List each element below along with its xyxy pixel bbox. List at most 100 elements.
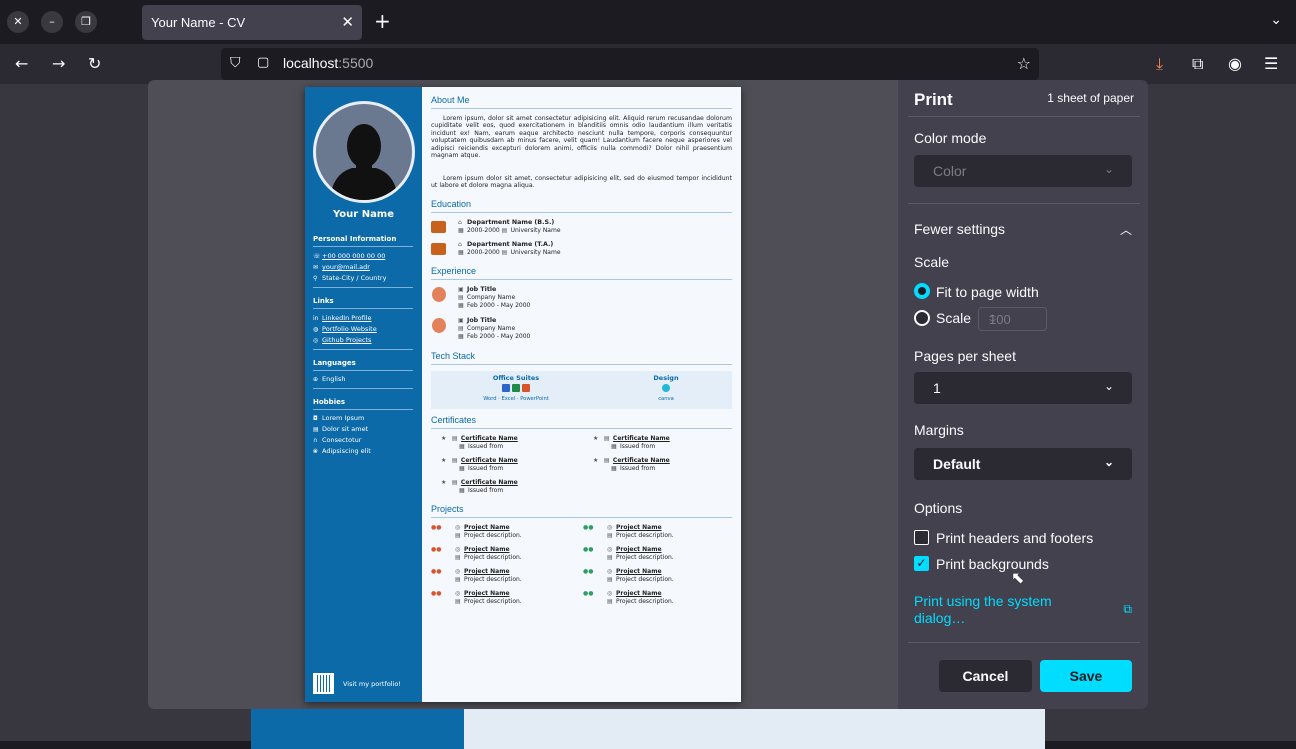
education-entry: ⌂ Department Name (B.S.) ▦ 2000-2000 ▤ Univ…	[458, 219, 561, 235]
list-tabs-icon[interactable]: ⌄	[1270, 12, 1282, 28]
description-icon: ▤	[455, 554, 461, 561]
page-info-icon[interactable]: ▢	[257, 55, 269, 70]
restore-window-icon[interactable]: ❐	[75, 11, 97, 33]
hobbies-heading: Hobbies	[313, 398, 346, 406]
graduation-cap-icon: ⌂	[458, 241, 462, 248]
phone-item[interactable]: ☏+00 000 000 00 00	[313, 252, 385, 260]
account-icon[interactable]: ◉	[1228, 54, 1242, 74]
project-name[interactable]: Project Name	[616, 568, 662, 575]
link-text[interactable]: Github Projects	[322, 336, 371, 344]
browser-tab[interactable]: Your Name - CV ✕	[142, 5, 362, 40]
project-name[interactable]: Project Name	[464, 568, 510, 575]
hobby-item: ◘ Lorem Ipsum	[313, 414, 364, 422]
link-text[interactable]: LinkedIn Profile	[322, 314, 372, 322]
chevron-up-icon[interactable]: ︿	[1120, 221, 1132, 238]
downloads-icon[interactable]: ⤓	[1156, 54, 1163, 74]
certificate-entry: ★ ▤ Certificate Name ▦ Issued from	[593, 457, 670, 473]
divider	[313, 349, 413, 350]
certificate-name[interactable]: Certificate Name	[461, 479, 518, 486]
reload-icon[interactable]: ↻	[88, 54, 101, 74]
project-name[interactable]: Project Name	[616, 546, 662, 553]
project-entry: ●● ◎ Project Name ▤ Project description.	[431, 590, 522, 606]
email-item[interactable]: ✉ your@mail.adr	[313, 263, 370, 271]
minimize-window-icon[interactable]: –	[41, 11, 63, 33]
certificate-name[interactable]: Certificate Name	[613, 435, 670, 442]
certificate-icon: ▤	[451, 479, 458, 486]
url-bar[interactable]: ⛉ ▢ localhost:5500 ☆	[221, 48, 1039, 80]
divider	[313, 308, 413, 309]
project-name[interactable]: Project Name	[464, 590, 510, 597]
project-icon: ●●	[431, 546, 442, 553]
margins-select[interactable]: Default ⌄	[914, 448, 1132, 480]
tab-close-icon[interactable]: ✕	[341, 13, 354, 31]
scale-input[interactable]: 100 ︿ ﹀	[978, 307, 1047, 331]
certificate-name[interactable]: Certificate Name	[461, 457, 518, 464]
description-icon: ▤	[607, 576, 613, 583]
link-text[interactable]: Portfolio Website	[322, 325, 377, 333]
techstack-items: Word · Excel · PowerPoint	[483, 396, 549, 402]
forward-icon[interactable]: →	[52, 54, 65, 74]
building-icon: ▤	[458, 325, 464, 332]
cancel-button[interactable]: Cancel	[939, 660, 1032, 692]
job-dates: Feb 2000 - May 2000	[467, 302, 531, 309]
back-icon[interactable]: ←	[15, 54, 28, 74]
divider	[431, 364, 732, 365]
company-name: Company Name	[467, 294, 516, 301]
description-icon: ▤	[607, 532, 613, 539]
shield-icon[interactable]: ⛉	[230, 55, 241, 71]
project-entry: ●● ◎ Project Name ▤ Project description.	[431, 524, 522, 540]
project-icon: ●●	[583, 524, 594, 531]
github-icon: ◎	[607, 568, 613, 575]
backgrounds-label[interactable]: Print backgrounds	[936, 556, 1049, 572]
portfolio-link[interactable]: ◍ Portfolio Website	[313, 325, 377, 333]
color-mode-label: Color mode	[914, 130, 987, 146]
paw-icon: ❀	[313, 448, 319, 455]
scale-radio-label[interactable]: Scale	[936, 310, 971, 326]
print-preview: Your Name Personal Information ☏+00 000 …	[148, 80, 898, 709]
project-name[interactable]: Project Name	[616, 590, 662, 597]
experience-entry: ▣ Job Title ▤ Company Name ▦ Feb 2000 - May…	[458, 286, 530, 310]
fit-to-width-label[interactable]: Fit to page width	[936, 284, 1039, 300]
bookmark-star-icon[interactable]: ☆	[1017, 54, 1031, 73]
external-link-icon[interactable]: ⧉	[1123, 602, 1132, 617]
project-description: Project description.	[616, 576, 674, 583]
system-dialog-link[interactable]: Print using the system dialog…	[914, 593, 1084, 627]
linkedin-link[interactable]: in LinkedIn Profile	[313, 314, 372, 322]
github-link[interactable]: ◎ Github Projects	[313, 336, 371, 344]
fit-to-width-radio[interactable]	[914, 283, 930, 299]
save-button[interactable]: Save	[1040, 660, 1132, 692]
menu-icon[interactable]: ☰	[1264, 54, 1278, 74]
building-icon: ▤	[501, 227, 508, 234]
project-name[interactable]: Project Name	[464, 546, 510, 553]
divider	[431, 279, 732, 280]
calendar-icon: ▦	[458, 333, 464, 340]
sheet-count: 1 sheet of paper	[1047, 91, 1134, 105]
project-name[interactable]: Project Name	[464, 524, 510, 531]
backgrounds-checkbox[interactable]: ✓	[914, 556, 929, 571]
personal-info-heading: Personal Information	[313, 235, 397, 243]
project-entry: ●● ◎ Project Name ▤ Project description.	[431, 546, 522, 562]
graduation-cap-icon: ⌂	[458, 219, 462, 226]
extensions-icon[interactable]: ⧉	[1192, 54, 1203, 74]
pages-per-sheet-select[interactable]: 1 ⌄	[914, 372, 1132, 404]
headers-footers-label[interactable]: Print headers and footers	[936, 530, 1093, 546]
color-mode-select[interactable]: Color ⌄	[914, 155, 1132, 187]
phone-text[interactable]: +00 000 000 00 00	[322, 252, 385, 260]
new-tab-icon[interactable]: +	[374, 10, 391, 32]
headers-footers-checkbox[interactable]	[914, 530, 929, 545]
project-entry: ●● ◎ Project Name ▤ Project description.	[583, 568, 674, 584]
scale-radio[interactable]	[914, 310, 930, 326]
job-title: Job Title	[467, 286, 497, 293]
fewer-settings-toggle[interactable]: Fewer settings	[914, 221, 1005, 237]
job-title: Job Title	[467, 317, 497, 324]
certificate-name[interactable]: Certificate Name	[613, 457, 670, 464]
certificate-name[interactable]: Certificate Name	[461, 435, 518, 442]
company-name: Company Name	[467, 325, 516, 332]
url-text[interactable]: localhost:5500	[283, 55, 373, 71]
hobby-text: Consectotur	[322, 436, 362, 444]
email-text[interactable]: your@mail.adr	[322, 263, 370, 271]
github-icon: ◎	[607, 546, 613, 553]
scale-stepper-icon[interactable]: ︿ ﹀	[989, 310, 1042, 328]
close-window-icon[interactable]: ✕	[7, 11, 29, 33]
project-name[interactable]: Project Name	[616, 524, 662, 531]
